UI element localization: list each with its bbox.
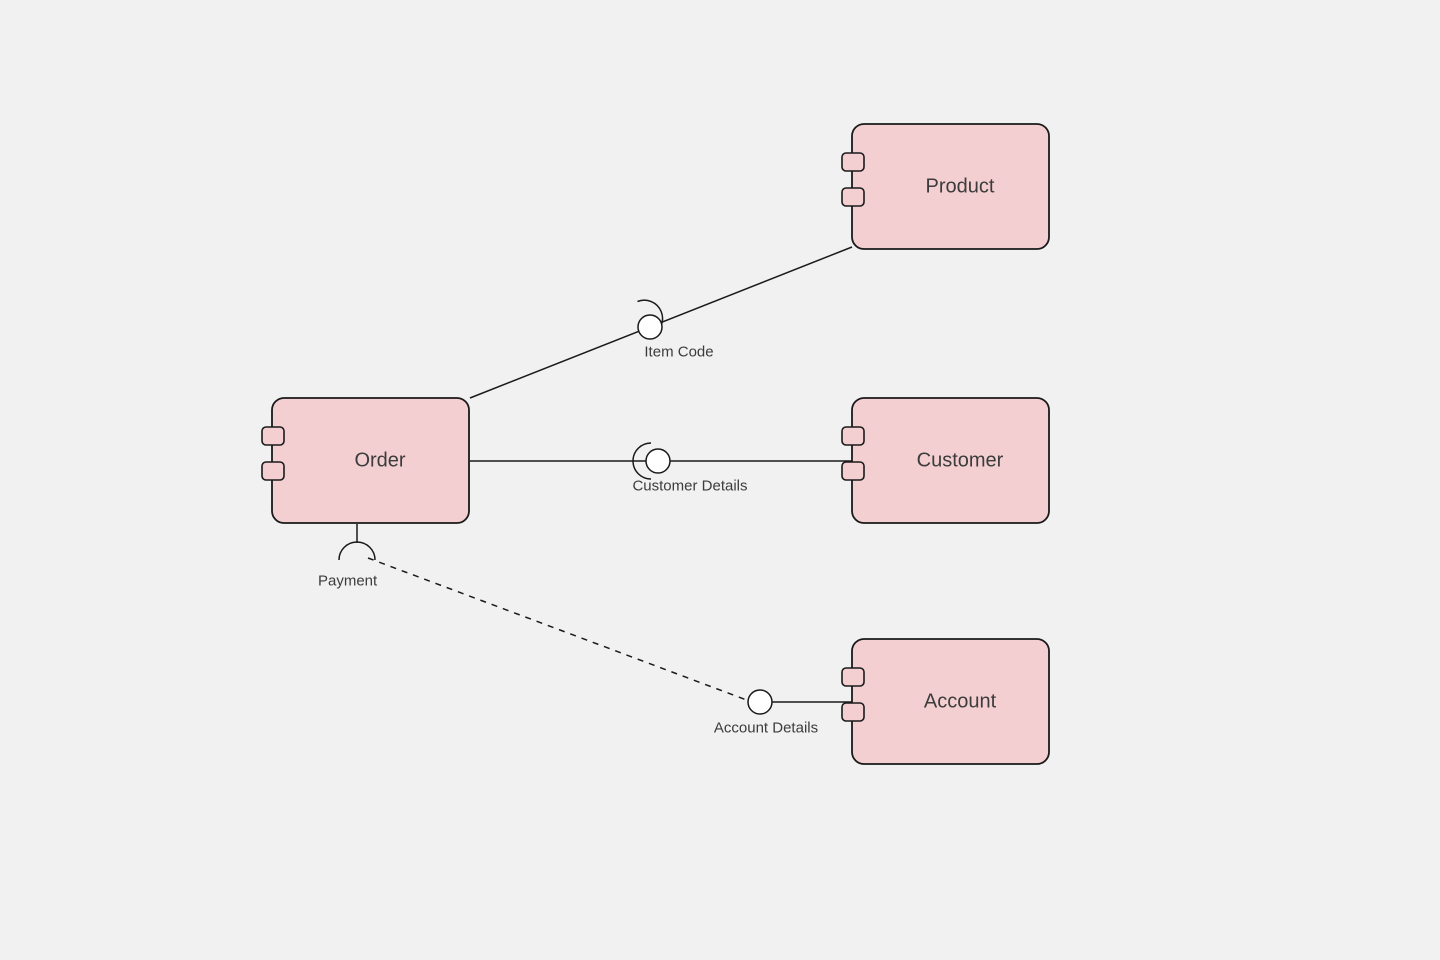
component-port-icon	[842, 668, 864, 686]
connector-order-account: Account Details	[368, 558, 853, 736]
component-product: Product	[842, 124, 1049, 249]
component-port-icon	[842, 153, 864, 171]
component-port-icon	[262, 462, 284, 480]
interface-label-account-details: Account Details	[714, 719, 818, 736]
component-label-account: Account	[924, 690, 997, 712]
component-port-icon	[842, 188, 864, 206]
component-port-icon	[842, 703, 864, 721]
interface-label-item-code: Item Code	[644, 343, 713, 360]
component-port-icon	[262, 427, 284, 445]
component-label-product: Product	[926, 175, 995, 197]
component-account: Account	[842, 639, 1049, 764]
component-label-customer: Customer	[917, 449, 1004, 471]
component-diagram: Item Code Customer Details Payment Accou…	[0, 0, 1440, 960]
component-label-order: Order	[354, 449, 405, 471]
interface-label-customer-details: Customer Details	[632, 477, 747, 494]
component-port-icon	[842, 462, 864, 480]
interface-payment: Payment	[318, 524, 378, 589]
connector-order-customer: Customer Details	[470, 443, 853, 494]
component-order: Order	[262, 398, 469, 523]
component-port-icon	[842, 427, 864, 445]
component-customer: Customer	[842, 398, 1049, 523]
connector-order-product: Item Code	[470, 247, 852, 398]
interface-label-payment: Payment	[318, 572, 378, 589]
